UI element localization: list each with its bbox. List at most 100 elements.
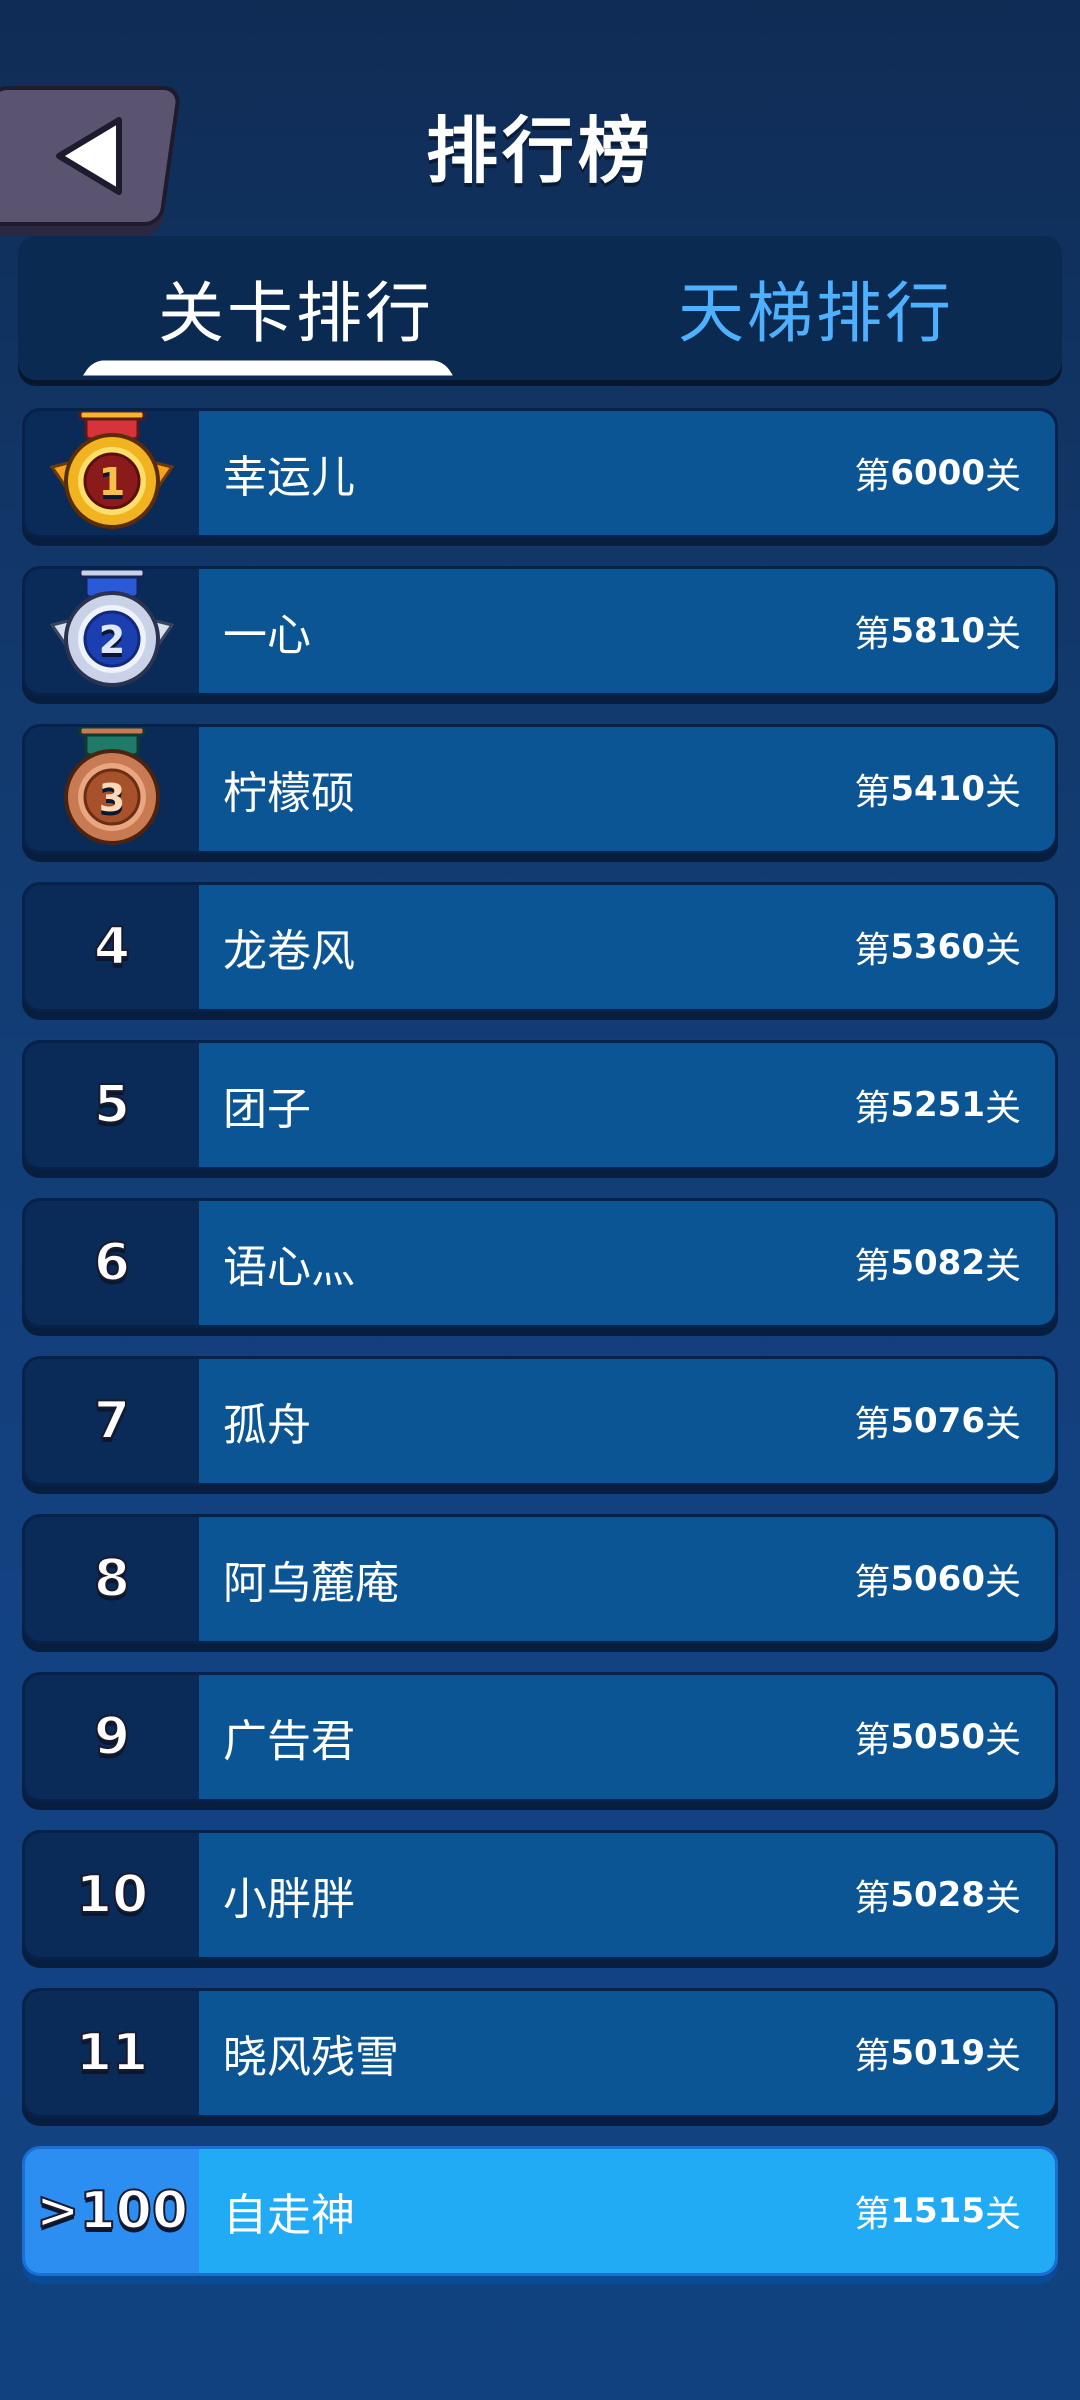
rank-number: 6: [93, 1232, 131, 1294]
leaderboard-row[interactable]: 9 广告君 第 5050 关: [22, 1672, 1058, 1802]
score-suffix: 关: [984, 2036, 1021, 2077]
score-suffix: 关: [984, 772, 1021, 813]
silver-medal-icon: 2: [49, 569, 175, 687]
row-content: 孤舟 第 5076 关: [199, 1359, 1055, 1483]
leaderboard-list: 1 幸运儿 第 6000 关 2 一心 第 5810 关 3 柠檬硕 第 541…: [22, 408, 1058, 2304]
rank-number: 8: [93, 1548, 131, 1610]
row-content: 小胖胖 第 5028 关: [199, 1833, 1055, 1957]
score-prefix: 第: [854, 2194, 891, 2235]
tab-level-ranking[interactable]: 关卡排行: [58, 236, 534, 380]
player-name: 小胖胖: [223, 1874, 355, 1925]
leaderboard-row[interactable]: 10 小胖胖 第 5028 关: [22, 1830, 1058, 1960]
level-score: 第 5082 关: [854, 1201, 1021, 1325]
score-suffix: 关: [984, 456, 1021, 497]
leaderboard-row[interactable]: 11 晓风残雪 第 5019 关: [22, 1988, 1058, 2118]
score-prefix: 第: [854, 1720, 891, 1761]
score-prefix: 第: [854, 1562, 891, 1603]
score-prefix: 第: [854, 772, 891, 813]
level-score: 第 5410 关: [854, 727, 1021, 851]
player-name: 团子: [223, 1084, 311, 1135]
score-suffix: 关: [984, 614, 1021, 655]
leaderboard-row[interactable]: 1 幸运儿 第 6000 关: [22, 408, 1058, 538]
score-value: 5810: [890, 611, 985, 651]
level-score: 第 5810 关: [854, 569, 1021, 693]
player-name: 自走神: [223, 2190, 355, 2241]
row-content: 一心 第 5810 关: [199, 569, 1055, 693]
row-content: 幸运儿 第 6000 关: [199, 411, 1055, 535]
rank-cell: 2: [25, 569, 199, 693]
score-value: 5251: [890, 1085, 985, 1125]
leaderboard-row[interactable]: 5 团子 第 5251 关: [22, 1040, 1058, 1170]
rank-cell: 1: [25, 411, 199, 535]
leaderboard-row[interactable]: 3 柠檬硕 第 5410 关: [22, 724, 1058, 854]
score-value: 1515: [890, 2191, 985, 2231]
player-name: 幸运儿: [223, 452, 355, 503]
score-value: 5082: [890, 1243, 985, 1283]
self-rank-row[interactable]: >100 自走神 第 1515 关: [22, 2146, 1058, 2276]
score-value: 6000: [890, 453, 985, 493]
player-name: 语心灬: [223, 1242, 355, 1293]
score-suffix: 关: [984, 2194, 1021, 2235]
leaderboard-row[interactable]: 2 一心 第 5810 关: [22, 566, 1058, 696]
level-score: 第 5019 关: [854, 1991, 1021, 2115]
score-value: 5028: [890, 1875, 985, 1915]
rank-number: 9: [93, 1706, 131, 1768]
row-content: 广告君 第 5050 关: [199, 1675, 1055, 1799]
leaderboard-row[interactable]: 4 龙卷风 第 5360 关: [22, 882, 1058, 1012]
score-prefix: 第: [854, 614, 891, 655]
level-score: 第 5360 关: [854, 885, 1021, 1009]
score-prefix: 第: [854, 1404, 891, 1445]
svg-text:2: 2: [99, 618, 125, 662]
self-rank-number: >100: [35, 2180, 189, 2242]
player-name: 柠檬硕: [223, 768, 355, 819]
score-prefix: 第: [854, 1088, 891, 1129]
row-content: 语心灬 第 5082 关: [199, 1201, 1055, 1325]
score-suffix: 关: [984, 1878, 1021, 1919]
rank-number: 11: [75, 2022, 149, 2084]
level-score: 第 5028 关: [854, 1833, 1021, 1957]
row-content: 晓风残雪 第 5019 关: [199, 1991, 1055, 2115]
score-value: 5050: [890, 1717, 985, 1757]
score-value: 5360: [890, 927, 985, 967]
score-suffix: 关: [984, 930, 1021, 971]
level-score: 第 5251 关: [854, 1043, 1021, 1167]
row-content: 龙卷风 第 5360 关: [199, 885, 1055, 1009]
score-suffix: 关: [984, 1088, 1021, 1129]
score-suffix: 关: [984, 1404, 1021, 1445]
rank-number: 10: [75, 1864, 149, 1926]
row-content: 阿乌麓庵 第 5060 关: [199, 1517, 1055, 1641]
gold-medal-icon: 1: [49, 411, 175, 529]
row-content: 柠檬硕 第 5410 关: [199, 727, 1055, 851]
player-name: 孤舟: [223, 1400, 311, 1451]
score-prefix: 第: [854, 2036, 891, 2077]
score-prefix: 第: [854, 1878, 891, 1919]
score-value: 5060: [890, 1559, 985, 1599]
rank-number: 7: [93, 1390, 131, 1452]
player-name: 龙卷风: [223, 926, 355, 977]
level-score: 第 5050 关: [854, 1675, 1021, 1799]
level-score: 第 5060 关: [854, 1517, 1021, 1641]
level-score: 第 5076 关: [854, 1359, 1021, 1483]
score-suffix: 关: [984, 1562, 1021, 1603]
player-name: 晓风残雪: [223, 2032, 399, 2083]
score-suffix: 关: [984, 1246, 1021, 1287]
page-title: 排行榜: [425, 109, 654, 193]
svg-text:1: 1: [99, 460, 125, 504]
player-name: 广告君: [223, 1716, 355, 1767]
svg-text:3: 3: [99, 776, 125, 820]
rank-number: 4: [93, 916, 131, 978]
score-prefix: 第: [854, 930, 891, 971]
tab-bar: 关卡排行 天梯排行: [18, 236, 1062, 380]
bronze-medal-icon: 3: [64, 727, 160, 845]
score-prefix: 第: [854, 1246, 891, 1287]
score-value: 5410: [890, 769, 985, 809]
level-score: 第 6000 关: [854, 411, 1021, 535]
leaderboard-row[interactable]: 8 阿乌麓庵 第 5060 关: [22, 1514, 1058, 1644]
leaderboard-row[interactable]: 6 语心灬 第 5082 关: [22, 1198, 1058, 1328]
active-tab-indicator: [82, 360, 454, 376]
tab-ladder-ranking[interactable]: 天梯排行: [578, 236, 1054, 380]
leaderboard-row[interactable]: 7 孤舟 第 5076 关: [22, 1356, 1058, 1486]
score-value: 5076: [890, 1401, 985, 1441]
level-score: 第 1515 关: [854, 2149, 1021, 2273]
row-content: 自走神 第 1515 关: [199, 2149, 1055, 2273]
